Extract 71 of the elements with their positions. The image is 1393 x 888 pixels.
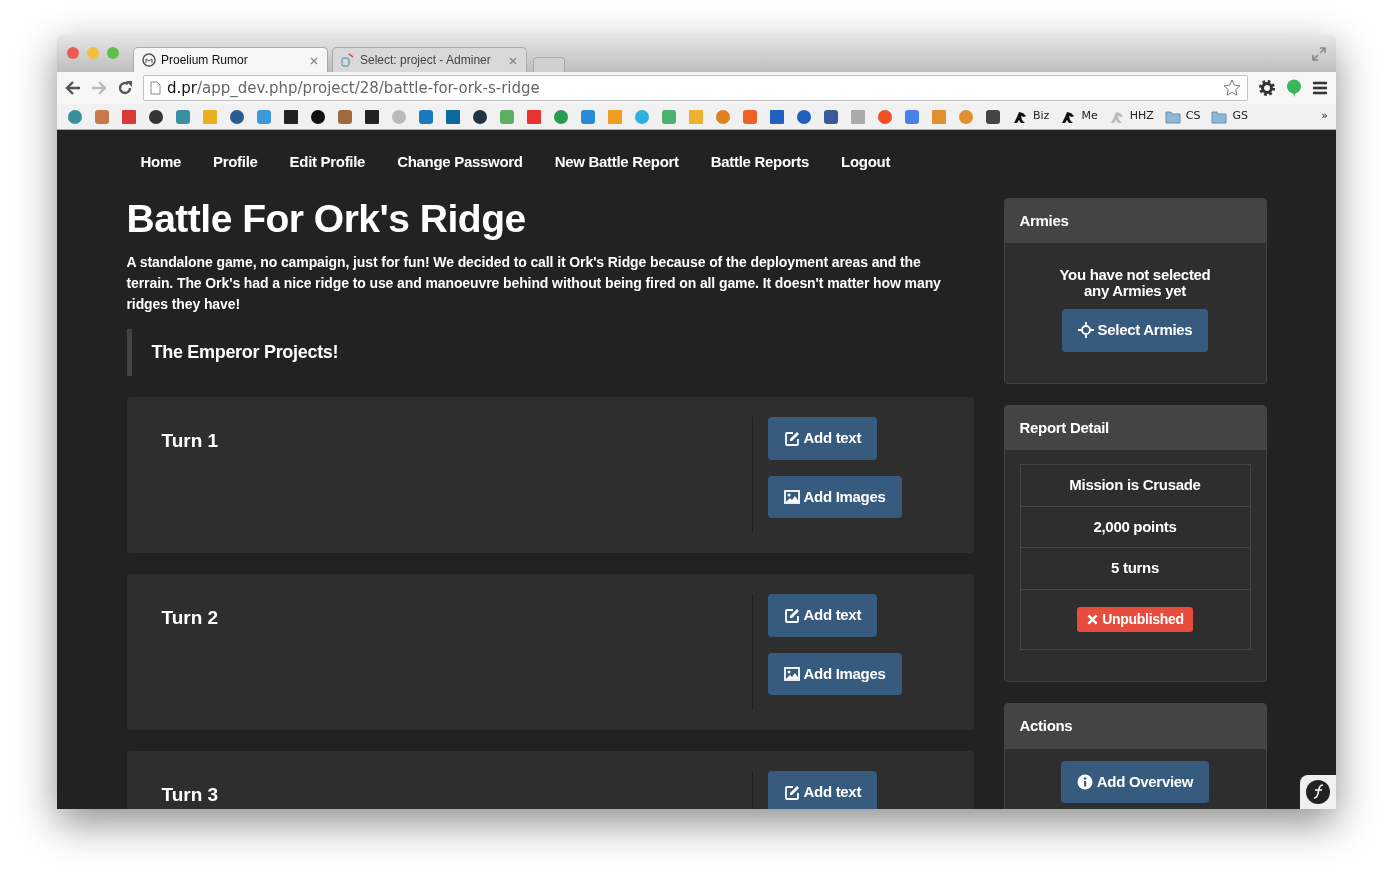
blockquote: The Emperor Projects! — [126, 329, 974, 377]
speech-bubble-icon[interactable] — [1286, 79, 1302, 97]
zoom-window-button[interactable] — [107, 46, 119, 59]
folder-icon — [1164, 108, 1181, 125]
bookmark-icon[interactable] — [472, 108, 488, 125]
nav-link[interactable]: Edit Profile — [273, 130, 382, 195]
turn-title: Turn 2 — [161, 606, 220, 631]
add-text-button[interactable]: Add text — [767, 771, 878, 809]
nav-link[interactable]: Battle Reports — [694, 130, 826, 195]
edit-icon — [783, 784, 800, 801]
bookmark-icon[interactable] — [229, 108, 245, 125]
close-window-button[interactable] — [67, 46, 79, 59]
edit-icon — [783, 607, 800, 624]
panel-heading: Armies — [1004, 198, 1266, 243]
fullscreen-icon[interactable] — [1312, 46, 1326, 61]
browser-tab[interactable]: Proelium Rumor — [133, 47, 328, 72]
close-icon[interactable] — [508, 55, 518, 66]
nav-link[interactable]: Change Password — [381, 130, 539, 195]
panel-heading: Report Detail — [1004, 405, 1266, 450]
add-images-button[interactable]: Add Images — [767, 652, 902, 696]
page-icon — [150, 81, 161, 95]
turn-title: Turn 1 — [161, 429, 220, 454]
info-icon — [1076, 773, 1093, 790]
forward-icon[interactable] — [91, 81, 107, 95]
turn-title: Turn 3 — [161, 783, 220, 808]
bookmark-link[interactable]: CS — [1164, 108, 1201, 125]
nav-link[interactable]: Logout — [825, 130, 907, 195]
back-icon[interactable] — [65, 81, 81, 95]
crosshair-icon — [1077, 322, 1094, 339]
report-description: A standalone game, no campaign, just for fun! We decided to call it Ork's Ridge because of the deployment areas and the terrain. The Ork's had a nice ridge to use and manoeuvre behind without being fired on all game. It doesn't matter how many ridges they have! — [126, 253, 942, 315]
bookmark-icon[interactable] — [985, 108, 1001, 125]
folder-icon — [1211, 108, 1228, 125]
image-icon — [783, 666, 800, 683]
bookmark-link[interactable]: Me — [1060, 108, 1098, 125]
star-icon[interactable] — [1223, 79, 1241, 97]
bookmark-link[interactable]: Biz — [1012, 108, 1050, 125]
nav-link[interactable]: Home — [124, 130, 197, 195]
close-icon[interactable] — [309, 55, 319, 66]
cross-icon — [1086, 612, 1100, 626]
add-text-button[interactable]: Add text — [767, 594, 878, 637]
detail-item: Mission is Crusade — [1019, 464, 1251, 507]
menu-icon[interactable] — [1312, 81, 1328, 95]
bookmark-link[interactable]: GS — [1211, 108, 1248, 125]
edit-icon — [783, 430, 800, 447]
status-badge: Unpublished — [1077, 606, 1193, 632]
more-bookmarks-button[interactable]: » — [1321, 108, 1328, 125]
image-icon — [783, 489, 800, 506]
browser-tab[interactable]: Select: project - Adminer — [332, 47, 527, 72]
url-text: d.pr/app_dev.php/project/28/battle-for-ork-s-ridge — [167, 77, 541, 99]
bookmark-icon[interactable] — [310, 108, 326, 125]
panel-heading: Actions — [1004, 704, 1266, 749]
add-images-button[interactable]: Add Images — [767, 475, 902, 519]
settings-icon[interactable] — [1258, 79, 1276, 97]
bookmark-icon[interactable] — [283, 108, 299, 125]
nav-link[interactable]: New Battle Report — [538, 130, 695, 195]
detail-item: 2,000 points — [1019, 505, 1251, 548]
add-text-button[interactable]: Add text — [767, 417, 878, 460]
nav-link[interactable]: Profile — [197, 130, 274, 195]
toolbar-toggle-icon[interactable] — [1300, 775, 1336, 809]
bookmark-icon[interactable] — [148, 108, 164, 125]
page-title: Battle For Ork's Ridge — [126, 197, 527, 241]
bookmark-icon[interactable] — [364, 108, 380, 125]
bookmark-icon[interactable] — [823, 108, 839, 125]
add-overview-button[interactable]: Add Overview — [1060, 760, 1210, 803]
select-armies-button[interactable]: Select Armies — [1061, 309, 1209, 352]
reload-icon[interactable] — [117, 80, 133, 96]
address-bar[interactable]: d.pr/app_dev.php/project/28/battle-for-ork-s-ridge — [143, 75, 1248, 101]
detail-item: 5 turns — [1019, 547, 1251, 590]
bookmark-link[interactable]: HHZ — [1108, 108, 1154, 125]
empty-message: You have not selected any Armies yet — [1058, 267, 1212, 299]
database-icon — [341, 53, 355, 67]
